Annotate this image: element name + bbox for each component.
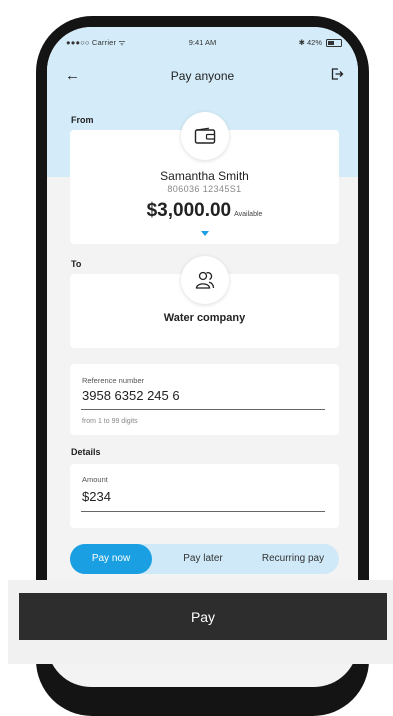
from-label: From [71,115,94,125]
status-bar: ●●●○○ Carrier ᯤ 9:41 AM ✱ 42% [47,38,358,52]
nav-bar: ← Pay anyone [47,65,358,89]
people-icon [195,271,215,289]
account-dropdown-caret-icon[interactable] [201,231,209,236]
wallet-icon [194,127,216,144]
logout-icon[interactable] [330,67,344,86]
reference-input-underline [81,409,325,410]
balance-row: $3,000.00 Available [70,200,339,222]
balance-available-label: Available [234,211,263,218]
balance-amount: $3,000.00 [146,200,232,221]
reference-hint: from 1 to 99 digits [82,418,138,425]
payee-name: Water company [163,312,246,324]
battery-percent: ✱ 42% [298,38,322,47]
battery-icon [326,38,342,47]
details-card: Amount $234 [70,464,339,528]
details-label: Details [71,447,101,457]
schedule-option-pay-later[interactable]: Pay later [167,544,239,574]
payee-icon-badge [181,256,229,304]
amount-field-label: Amount [82,475,108,484]
reference-field-label: Reference number [82,376,145,385]
pay-button[interactable]: Pay [19,593,387,640]
account-number: 806036 12345S1 [167,184,242,194]
wallet-icon-badge [181,112,229,160]
to-label: To [71,259,82,269]
amount-input[interactable]: $234 [82,489,111,504]
schedule-option-pay-now[interactable]: Pay now [70,544,152,574]
page-title: Pay anyone [170,69,235,83]
reference-input[interactable]: 3958 6352 245 6 [82,388,180,403]
payment-schedule-toggle: Pay now Pay later Recurring pay [70,544,339,574]
schedule-option-recurring-pay[interactable]: Recurring pay [247,544,339,574]
account-holder-name: Samantha Smith [160,169,249,183]
reference-card: Reference number 3958 6352 245 6 from 1 … [70,364,339,435]
battery-status: ✱ 42% [299,38,342,47]
amount-input-underline [81,511,325,512]
